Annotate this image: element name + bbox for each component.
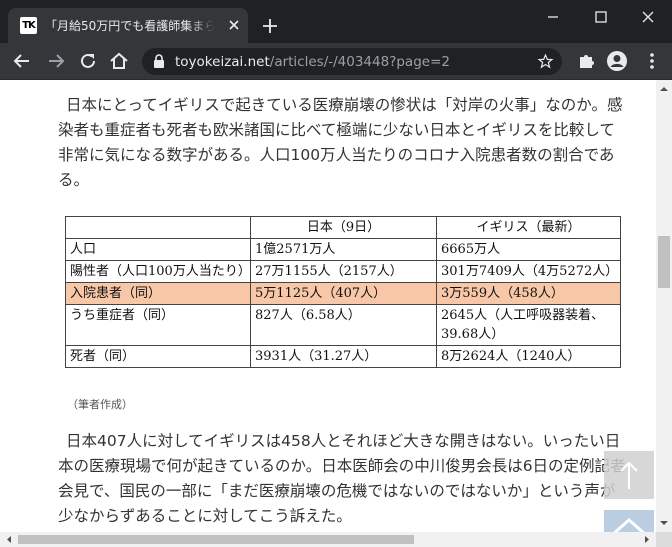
table-header-cell: 日本（9日） — [250, 216, 437, 239]
row-label: 死者（同） — [65, 345, 251, 368]
profile-icon[interactable] — [605, 49, 629, 73]
table-row: 死者（同） 3931人（31.27人） 8万2624人（1240人） — [65, 345, 621, 368]
article-paragraph-2: 日本407人に対してイギリスは458人とそれほど大きな開きはない。いったい日本の… — [58, 432, 626, 525]
home-icon — [613, 517, 645, 532]
close-icon[interactable] — [225, 16, 243, 34]
horizontal-scrollbar-thumb[interactable] — [18, 535, 414, 544]
window-close-icon[interactable] — [625, 3, 671, 31]
scroll-right-arrow-icon[interactable] — [640, 532, 654, 547]
japan-cell: 27万1155人（2157人） — [250, 260, 437, 283]
table-row: 陽性者（人口100万人当たり） 27万1155人（2157人） 301万7409… — [65, 260, 621, 283]
uk-cell: 8万2624人（1240人） — [436, 345, 621, 368]
comparison-table: 日本（9日） イギリス（最新） 人口 1億2571万人 6665万人 陽性者（人… — [65, 216, 621, 368]
kebab-menu-icon[interactable] — [640, 49, 664, 73]
page-content: 日本にとってイギリスで起きている医療崩壊の惨状は「対岸の火事」なのか。感染者も重… — [0, 80, 656, 532]
back-icon[interactable] — [10, 49, 34, 73]
lock-icon[interactable] — [152, 54, 166, 69]
vertical-scrollbar[interactable] — [656, 80, 672, 532]
table-row: 人口 1億2571万人 6665万人 — [65, 238, 621, 261]
scroll-up-arrow-icon[interactable] — [656, 82, 672, 96]
table-row-highlighted: 入院患者（同） 5万1125人（407人） 3万559人（458人） — [65, 282, 621, 305]
row-label: うち重症者（同） — [65, 304, 251, 346]
uk-cell: 301万7409人（4万5272人） — [436, 260, 621, 283]
forward-icon[interactable] — [44, 49, 68, 73]
arrow-up-icon — [620, 461, 638, 489]
home-icon[interactable] — [107, 49, 131, 73]
star-icon[interactable] — [537, 53, 554, 70]
article-paragraph-1: 日本にとってイギリスで起きている医療崩壊の惨状は「対岸の火事」なのか。感染者も重… — [58, 96, 623, 189]
tab-strip: TK 「月給50万円でも看護師集まらない」 — [0, 0, 672, 43]
reload-icon[interactable] — [76, 49, 100, 73]
table-header-row: 日本（9日） イギリス（最新） — [65, 216, 621, 239]
puzzle-icon[interactable] — [575, 49, 599, 73]
table-header-cell: イギリス（最新） — [436, 216, 621, 239]
uk-cell: 6665万人 — [436, 238, 621, 261]
row-label: 入院患者（同） — [65, 282, 251, 305]
url-host: toyokeizai.net — [175, 54, 270, 70]
url-path: /articles/-/403448?page=2 — [269, 54, 450, 70]
row-label: 陽性者（人口100万人当たり） — [65, 260, 251, 283]
japan-cell: 3931人（31.27人） — [250, 345, 437, 368]
minimize-icon[interactable] — [530, 3, 576, 31]
plus-icon[interactable] — [260, 16, 280, 36]
scrollbar-corner — [656, 532, 672, 547]
site-home-button[interactable] — [604, 510, 654, 532]
address-bar[interactable]: toyokeizai.net/articles/-/403448?page=2 — [142, 48, 562, 75]
table-row: うち重症者（同） 827人（6.58人） 2645人（人工呼吸器装着、39.68… — [65, 304, 621, 346]
vertical-scrollbar-thumb[interactable] — [658, 236, 670, 288]
uk-cell: 3万559人（458人） — [436, 282, 621, 305]
tab-title: 「月給50万円でも看護師集まらない」 — [45, 19, 215, 33]
scroll-to-top-button[interactable] — [604, 451, 654, 499]
browser-tab[interactable]: TK 「月給50万円でも看護師集まらない」 — [8, 8, 248, 43]
table-caption: （筆者作成） — [67, 398, 133, 411]
url-text[interactable]: toyokeizai.net/articles/-/403448?page=2 — [175, 53, 450, 71]
japan-cell: 1億2571万人 — [250, 238, 437, 261]
scroll-down-arrow-icon[interactable] — [656, 516, 672, 530]
table-header-cell — [65, 216, 251, 239]
browser-toolbar: toyokeizai.net/articles/-/403448?page=2 — [0, 43, 672, 80]
row-label: 人口 — [65, 238, 251, 261]
japan-cell: 827人（6.58人） — [250, 304, 437, 346]
maximize-icon[interactable] — [578, 3, 624, 31]
uk-cell: 2645人（人工呼吸器装着、39.68人） — [436, 304, 621, 346]
japan-cell: 5万1125人（407人） — [250, 282, 437, 305]
scroll-left-arrow-icon[interactable] — [2, 532, 16, 547]
toyokeizai-favicon-icon: TK — [20, 17, 37, 34]
horizontal-scrollbar[interactable] — [0, 532, 656, 547]
